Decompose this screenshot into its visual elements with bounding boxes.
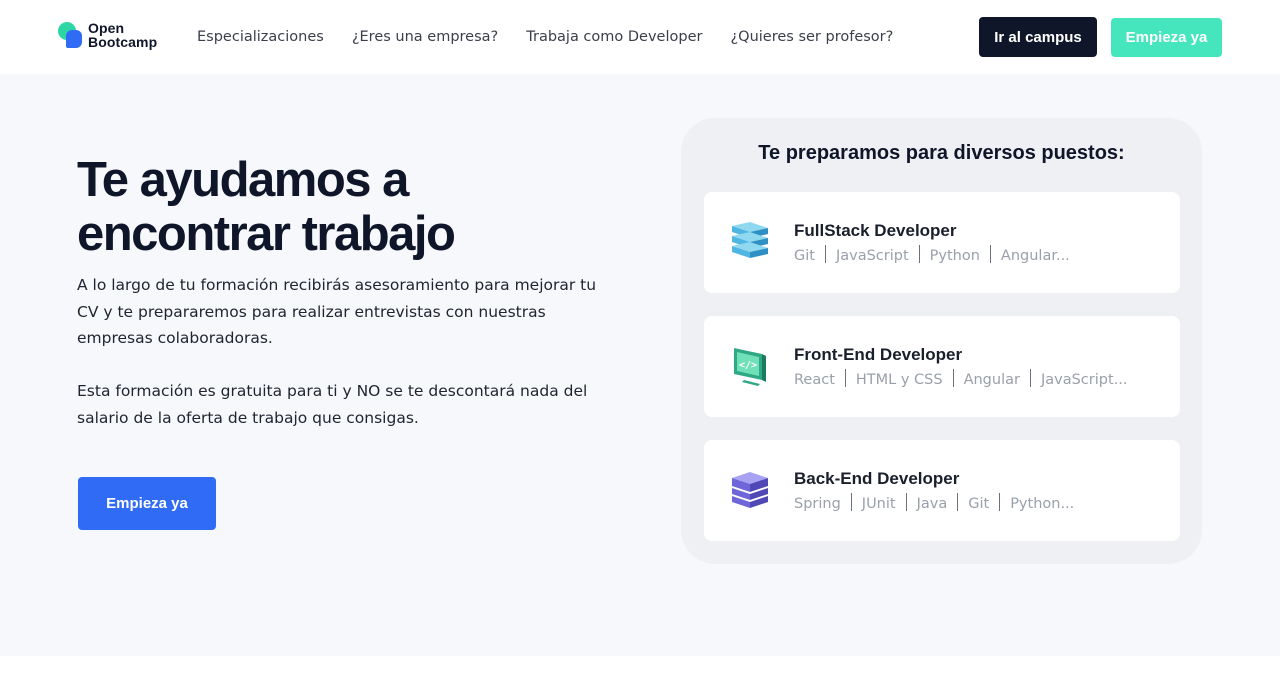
site-header: Open Bootcamp Especializaciones ¿Eres un… (0, 0, 1280, 74)
hero-start-button[interactable]: Empieza ya (78, 477, 216, 530)
hero-paragraph-2: Esta formación es gratuita para ti y NO … (77, 382, 588, 427)
positions-panel: Te preparamos para diversos puestos: Ful… (681, 118, 1202, 564)
header-start-button[interactable]: Empieza ya (1111, 18, 1222, 57)
card-tags: React HTML y CSS Angular JavaScript... (794, 369, 1127, 388)
hero-paragraph-1: A lo largo de tu formación recibirás ase… (77, 276, 597, 347)
code-monitor-icon: </> (726, 342, 774, 390)
position-card-fullstack[interactable]: FullStack Developer Git JavaScript Python A… (704, 192, 1180, 293)
nav-especializaciones[interactable]: Especializaciones (197, 27, 324, 47)
card-title: Front-End Developer (794, 345, 963, 364)
nav-trabaja-developer[interactable]: Trabaja como Developer (526, 27, 702, 47)
card-title: FullStack Developer (794, 221, 957, 240)
position-card-frontend[interactable]: </> Front-End Developer React HTML y CSS A… (704, 316, 1180, 417)
position-card-backend[interactable]: Back-End Developer Spring JUnit Java Git Pyt… (704, 440, 1180, 541)
card-tags: Git JavaScript Python Angular... (794, 245, 1070, 264)
logo-text: Open Bootcamp (88, 20, 158, 50)
card-tags: Spring JUnit Java Git Python... (794, 493, 1074, 512)
panel-title: Te preparamos para diversos puestos: (758, 142, 1125, 164)
nav-profesor[interactable]: ¿Quieres ser profesor? (730, 27, 893, 47)
layers-stack-icon (726, 218, 774, 266)
hero-title: Te ayudamos a encontrar trabajo (77, 153, 456, 261)
hero-section: Te ayudamos a encontrar trabajo A lo lar… (0, 74, 1280, 656)
main-nav: Especializaciones ¿Eres una empresa? Tra… (197, 27, 921, 47)
svg-text:</>: </> (739, 360, 757, 371)
logo-icon (57, 21, 83, 49)
nav-empresa[interactable]: ¿Eres una empresa? (352, 27, 498, 47)
server-stack-icon (726, 466, 774, 514)
openbootcamp-logo[interactable]: Open Bootcamp (57, 21, 157, 49)
page-bottom (0, 656, 1280, 681)
campus-button[interactable]: Ir al campus (979, 17, 1097, 57)
card-title: Back-End Developer (794, 469, 960, 488)
